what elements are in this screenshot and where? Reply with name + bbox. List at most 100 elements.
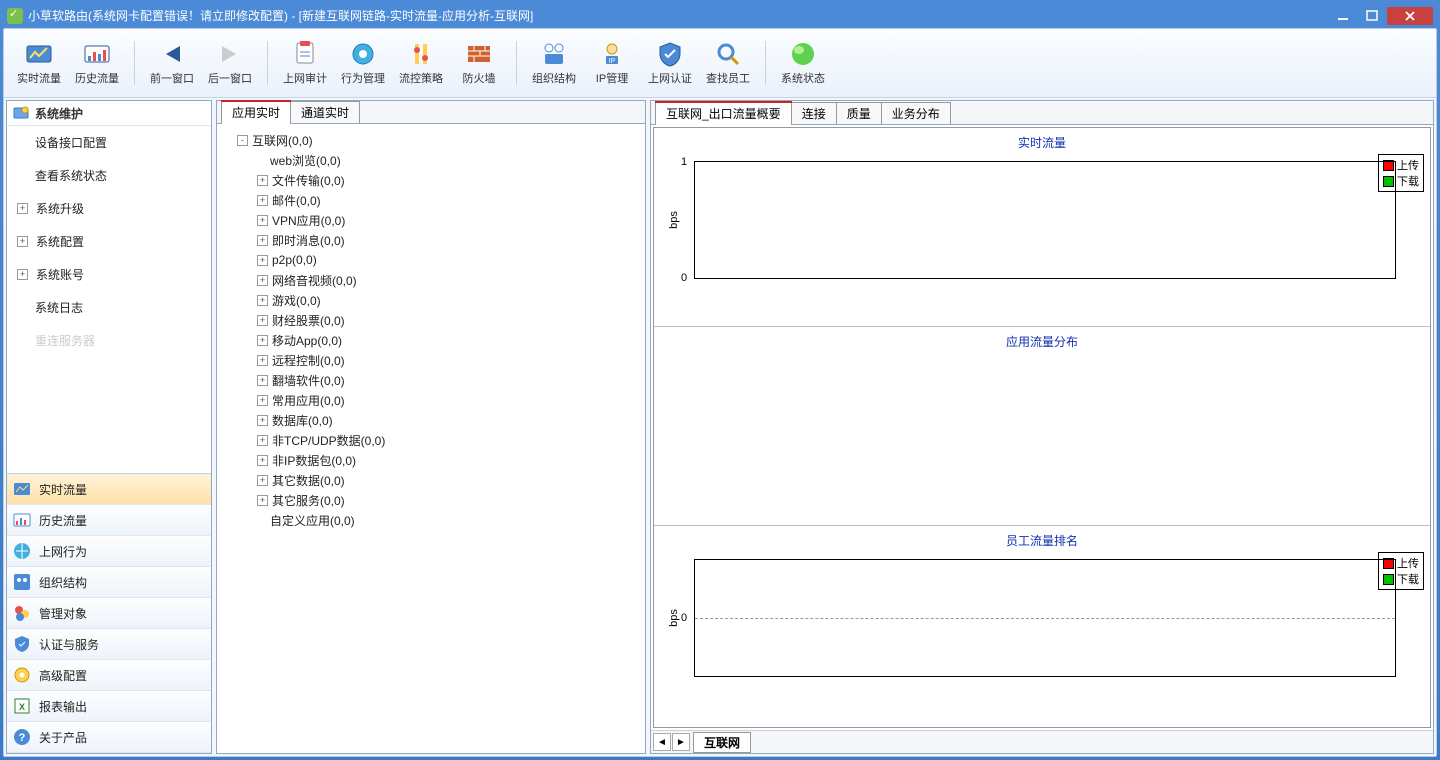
manage-objects-icon [13, 604, 31, 622]
toolbar-behavior-button[interactable]: 行为管理 [338, 36, 388, 90]
right-tab-2[interactable]: 质量 [836, 102, 882, 124]
category-7[interactable]: X报表输出 [7, 691, 211, 722]
toolbar-prev-window-button[interactable]: 前一窗口 [147, 36, 197, 90]
toolbar-separator [267, 41, 268, 85]
expand-icon[interactable]: + [257, 255, 268, 266]
tree-node[interactable]: +网络音视频(0,0) [221, 270, 641, 290]
collapse-icon[interactable]: - [237, 135, 248, 146]
left-item[interactable]: 系统日志 [7, 291, 211, 324]
mid-tab-0[interactable]: 应用实时 [221, 101, 291, 123]
category-6[interactable]: 高级配置 [7, 660, 211, 691]
left-item[interactable]: +系统升级 [7, 192, 211, 225]
toolbar-realtime-traffic-button[interactable]: 实时流量 [14, 36, 64, 90]
next-window-icon [216, 40, 244, 68]
tree-node[interactable]: -互联网(0,0) [221, 130, 641, 150]
right-tab-1[interactable]: 连接 [791, 102, 837, 124]
tree-node[interactable]: +数据库(0,0) [221, 410, 641, 430]
category-3[interactable]: 组织结构 [7, 567, 211, 598]
toolbar-find-user-button[interactable]: 查找员工 [703, 36, 753, 90]
category-2[interactable]: 上网行为 [7, 536, 211, 567]
expand-icon[interactable]: + [257, 435, 268, 446]
expand-icon[interactable]: + [257, 215, 268, 226]
realtime-traffic-icon [13, 480, 31, 498]
tree-node[interactable]: +VPN应用(0,0) [221, 210, 641, 230]
toolbar-next-window-button[interactable]: 后一窗口 [205, 36, 255, 90]
left-item[interactable]: 查看系统状态 [7, 159, 211, 192]
tree-node[interactable]: +财经股票(0,0) [221, 310, 641, 330]
toolbar-flowcontrol-button[interactable]: 流控策略 [396, 36, 446, 90]
right-tab-0[interactable]: 互联网_出口流量概要 [655, 102, 792, 124]
tree-node[interactable]: +常用应用(0,0) [221, 390, 641, 410]
tree-node[interactable]: +p2p(0,0) [221, 250, 641, 270]
expand-icon[interactable]: + [257, 375, 268, 386]
left-item[interactable]: 设备接口配置 [7, 126, 211, 159]
tree-node[interactable]: +其它数据(0,0) [221, 470, 641, 490]
toolbar-ip-mgmt-button[interactable]: IPIP管理 [587, 36, 637, 90]
tree-node[interactable]: 自定义应用(0,0) [221, 510, 641, 530]
toolbar-firewall-button[interactable]: 防火墙 [454, 36, 504, 90]
maximize-button[interactable] [1358, 7, 1386, 25]
tree-node[interactable]: +其它服务(0,0) [221, 490, 641, 510]
expand-icon[interactable]: + [257, 235, 268, 246]
tree-spacer [257, 516, 266, 525]
app-logo-icon [7, 8, 23, 24]
ip-mgmt-icon: IP [598, 40, 626, 68]
about-icon: ? [13, 728, 31, 746]
minimize-button[interactable] [1329, 7, 1357, 25]
expand-icon[interactable]: + [257, 475, 268, 486]
tree-node[interactable]: web浏览(0,0) [221, 150, 641, 170]
toolbar-status-button[interactable]: 系统状态 [778, 36, 828, 90]
expand-icon[interactable]: + [257, 355, 268, 366]
expand-icon[interactable]: + [257, 195, 268, 206]
left-item[interactable]: 重连服务器 [7, 324, 211, 357]
tree-node[interactable]: +移动App(0,0) [221, 330, 641, 350]
expand-icon[interactable]: + [257, 335, 268, 346]
bottom-tab[interactable]: 互联网 [693, 732, 751, 753]
expand-icon[interactable]: + [257, 315, 268, 326]
mid-tabs: 应用实时通道实时 [217, 101, 645, 124]
tree-node[interactable]: +非TCP/UDP数据(0,0) [221, 430, 641, 450]
tab-scroll-left[interactable]: ◄ [653, 733, 671, 751]
mid-tab-1[interactable]: 通道实时 [290, 101, 360, 123]
left-item[interactable]: +系统配置 [7, 225, 211, 258]
main-toolbar: 实时流量历史流量前一窗口后一窗口上网审计行为管理流控策略防火墙组织结构IPIP管… [4, 29, 1436, 98]
tree-node[interactable]: +翻墙软件(0,0) [221, 370, 641, 390]
auth-icon [656, 40, 684, 68]
tree-node[interactable]: +非IP数据包(0,0) [221, 450, 641, 470]
toolbar-audit-button[interactable]: 上网审计 [280, 36, 330, 90]
right-tab-3[interactable]: 业务分布 [881, 102, 951, 124]
svg-text:X: X [19, 702, 25, 712]
history-traffic-icon [83, 40, 111, 68]
close-button[interactable] [1387, 7, 1433, 25]
toolbar-auth-button[interactable]: 上网认证 [645, 36, 695, 90]
category-4[interactable]: 管理对象 [7, 598, 211, 629]
expand-icon[interactable]: + [257, 175, 268, 186]
report-export-icon: X [13, 697, 31, 715]
tree-node[interactable]: +远程控制(0,0) [221, 350, 641, 370]
tree-node[interactable]: +即时消息(0,0) [221, 230, 641, 250]
tree-node[interactable]: +游戏(0,0) [221, 290, 641, 310]
expand-icon[interactable]: + [257, 495, 268, 506]
category-5[interactable]: 认证与服务 [7, 629, 211, 660]
bottom-tabstrip: ◄ ► 互联网 [651, 730, 1433, 753]
expand-icon[interactable]: + [257, 295, 268, 306]
toolbar-separator [516, 41, 517, 85]
toolbar-history-traffic-button[interactable]: 历史流量 [72, 36, 122, 90]
toolbar-orgchart-button[interactable]: 组织结构 [529, 36, 579, 90]
left-item[interactable]: +系统账号 [7, 258, 211, 291]
window-title: 小草软路由(系统网卡配置错误！请立即修改配置) - [新建互联网链路-实时流量-… [28, 7, 533, 24]
tree-node[interactable]: +文件传输(0,0) [221, 170, 641, 190]
category-0[interactable]: 实时流量 [7, 474, 211, 505]
expand-icon[interactable]: + [257, 415, 268, 426]
expand-icon[interactable]: + [257, 275, 268, 286]
chart-realtime: 1 0 bps [694, 161, 1396, 279]
tab-scroll-right[interactable]: ► [672, 733, 690, 751]
category-1[interactable]: 历史流量 [7, 505, 211, 536]
tree-spacer [257, 156, 266, 165]
history-traffic-icon [13, 511, 31, 529]
audit-icon [291, 40, 319, 68]
expand-icon[interactable]: + [257, 455, 268, 466]
expand-icon[interactable]: + [257, 395, 268, 406]
category-8[interactable]: ?关于产品 [7, 722, 211, 753]
tree-node[interactable]: +邮件(0,0) [221, 190, 641, 210]
